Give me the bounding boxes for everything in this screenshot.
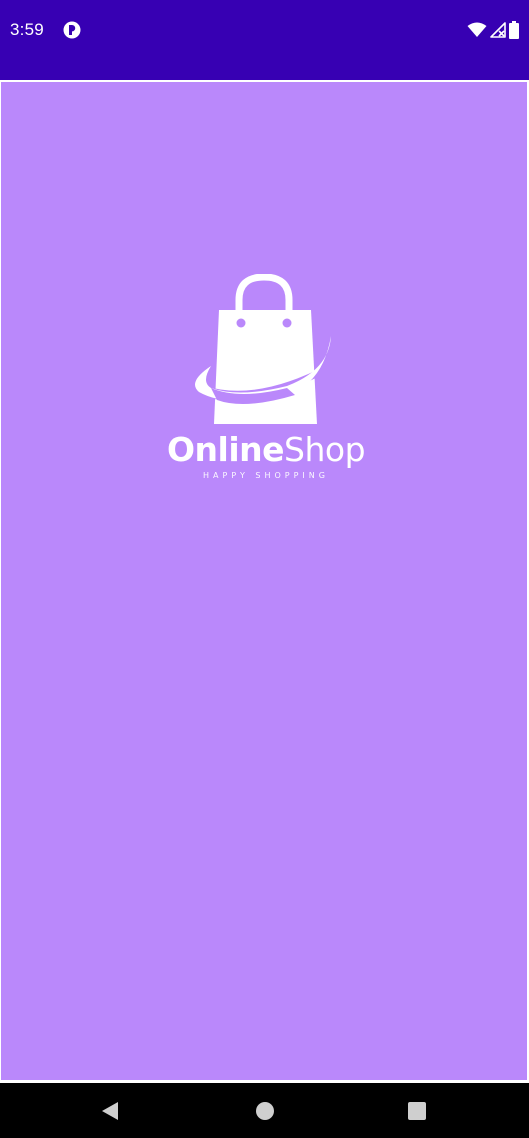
app-logo: OnlineShop HAPPY SHOPPING <box>156 274 376 489</box>
splash-screen: OnlineShop HAPPY SHOPPING <box>1 82 527 1080</box>
navigation-bar <box>0 1083 529 1138</box>
brand-name: OnlineShop <box>156 430 376 470</box>
status-time: 3:59 <box>10 20 44 39</box>
battery-icon <box>509 21 519 39</box>
brand-name-shop: Shop <box>284 430 366 469</box>
shopping-bag-icon <box>195 274 333 424</box>
brand-name-online: Online <box>166 430 285 469</box>
signal-icon <box>490 22 506 38</box>
content-frame: OnlineShop HAPPY SHOPPING <box>0 80 529 1083</box>
recents-icon <box>408 1101 426 1120</box>
back-button[interactable] <box>80 1083 140 1138</box>
status-icons <box>467 20 519 40</box>
app-notification-icon <box>63 21 81 39</box>
home-button[interactable] <box>235 1083 295 1138</box>
wifi-icon <box>467 22 487 37</box>
status-bar: 3:59 <box>0 0 529 80</box>
back-icon <box>102 1101 118 1120</box>
brand-tagline: HAPPY SHOPPING <box>203 471 329 480</box>
home-icon <box>256 1101 274 1120</box>
recents-button[interactable] <box>387 1083 447 1138</box>
